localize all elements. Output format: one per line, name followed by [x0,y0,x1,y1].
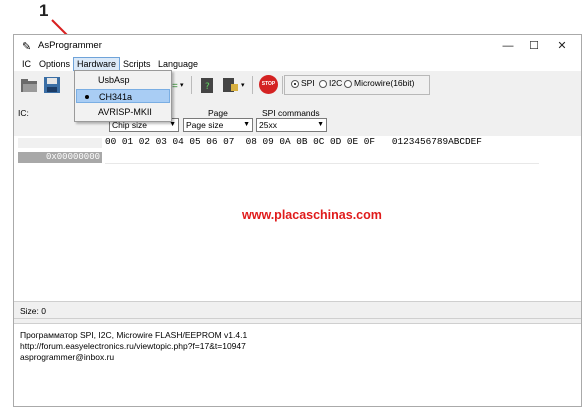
menu-item-label: CH341a [99,92,133,102]
page-label: Page [208,108,228,118]
page-size-select[interactable]: Page size ▼ [183,118,253,132]
title-bar: ✎ AsProgrammer — ☐ ✕ [14,35,581,57]
ic-label: IC: [18,108,29,118]
spi-radio[interactable] [291,80,299,88]
chip-dropdown-icon[interactable]: ▾ [241,81,245,89]
menu-item-label: AVRISP-MKII [98,107,152,117]
chip-info-icon[interactable]: ? [197,75,217,95]
hex-editor[interactable]: 00 01 02 03 04 05 06 07 08 09 0A 0B 0C 0… [14,136,581,301]
spi-radio-label: SPI [301,78,315,88]
log-line: Программатор SPI, I2C, Microwire FLASH/E… [20,330,248,340]
chevron-down-icon: ▼ [317,121,324,128]
i2c-radio[interactable] [319,80,327,88]
menu-language[interactable]: Language [155,58,201,70]
log-line: asprogrammer@inbox.ru [20,352,115,362]
spi-commands-label: SPI commands [262,108,320,118]
hex-data-row[interactable] [105,152,539,164]
toolbar-separator [191,76,192,94]
chevron-down-icon: ▼ [243,121,250,128]
i2c-radio-label: I2C [329,78,343,88]
menu-item-ch341a[interactable]: CH341a [76,89,170,103]
protocol-radio-group: SPI I2C Microwire(16bit) [284,75,430,95]
close-button[interactable]: ✕ [549,38,575,54]
toolbar-separator [252,76,253,94]
microwire-radio[interactable] [344,80,352,88]
stop-button[interactable]: STOP [259,75,278,94]
microwire-radio-label: Microwire(16bit) [354,78,415,88]
watermark-text: www.placaschinas.com [242,208,382,222]
minimize-button[interactable]: — [495,38,521,54]
verify-icon[interactable]: = [172,81,178,92]
hex-address: 0x00000000 [18,152,102,163]
svg-text:?: ? [205,82,210,92]
log-panel[interactable]: Программатор SPI, I2C, Microwire FLASH/E… [14,323,581,406]
selected-dot-icon [85,95,89,99]
hex-corner [18,138,102,148]
page-size-value: Page size [186,120,224,130]
menu-hardware[interactable]: Hardware [73,57,121,71]
menu-item-label: UsbAsp [98,75,130,85]
spi-commands-select[interactable]: 25xx ▼ [256,118,327,132]
save-disk-icon[interactable] [42,75,62,95]
menu-bar: IC Options Hardware Scripts Language [14,57,581,71]
verify-dropdown-icon[interactable]: ▾ [180,81,184,89]
app-logo-icon: ✎ [22,41,32,53]
toolbar-separator [282,76,283,94]
menu-item-avrisp-mkii[interactable]: AVRISP-MKII [76,105,170,119]
window-title: AsProgrammer [38,40,102,51]
open-folder-icon[interactable] [19,75,39,95]
status-bar: Size: 0 [14,301,581,319]
menu-scripts[interactable]: Scripts [120,58,154,70]
size-label: Size: 0 [20,306,46,316]
menu-options[interactable]: Options [36,58,73,70]
menu-item-usbasp[interactable]: UsbAsp [76,73,170,87]
menu-ic[interactable]: IC [19,58,34,70]
hex-column-header: 00 01 02 03 04 05 06 07 08 09 0A 0B 0C 0… [105,136,482,147]
hardware-dropdown-menu: UsbAsp CH341a AVRISP-MKII [74,70,172,122]
log-line: http://forum.easyelectronics.ru/viewtopi… [20,341,246,351]
spi-commands-value: 25xx [259,120,277,130]
maximize-button[interactable]: ☐ [521,38,547,54]
chip-lock-icon[interactable] [220,75,240,95]
